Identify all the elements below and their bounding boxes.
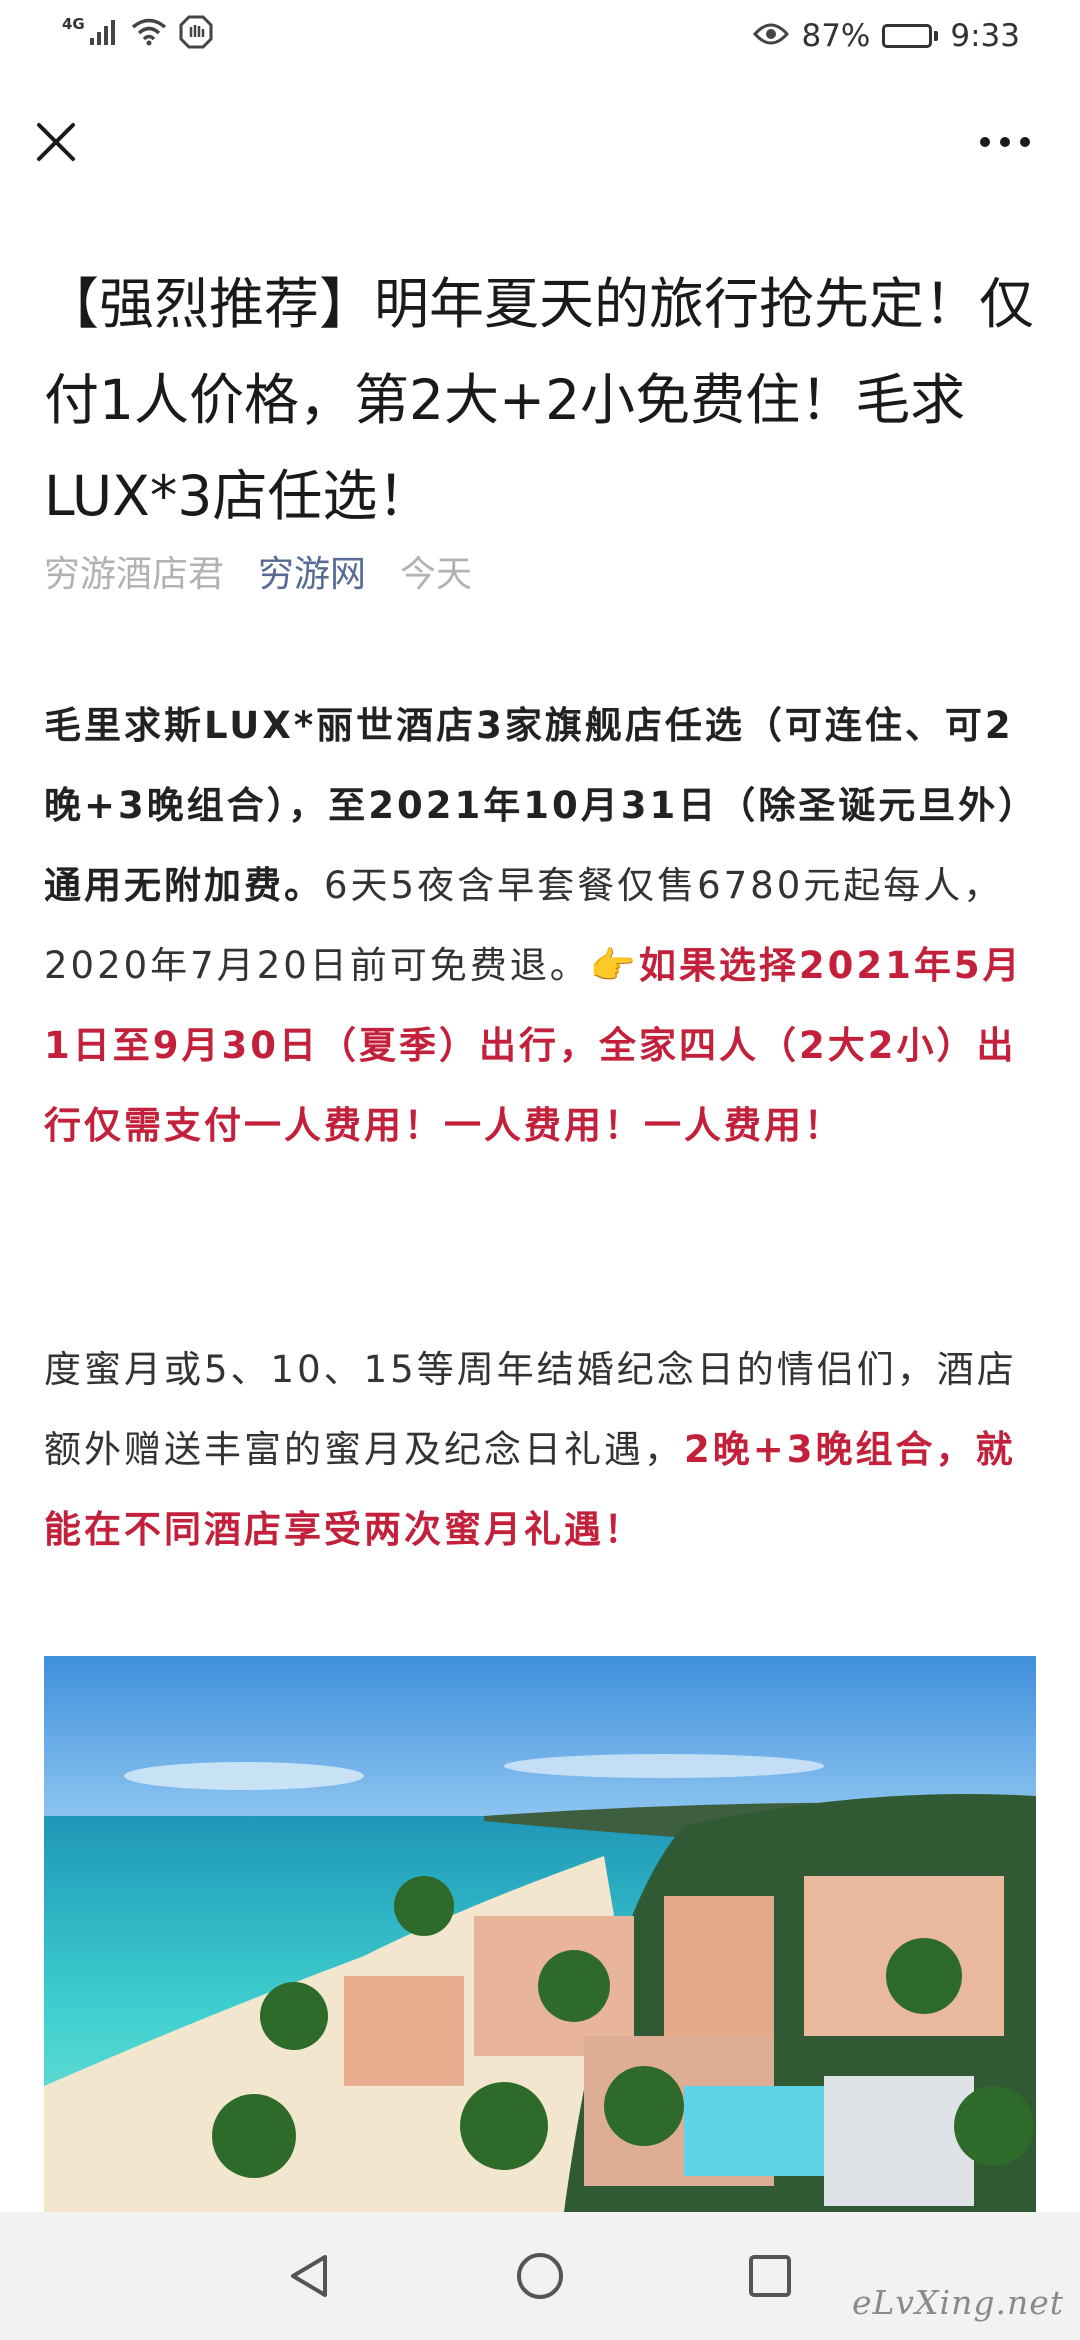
- publish-date: 今天: [400, 554, 473, 595]
- status-right: 87% 9:33: [753, 18, 1020, 54]
- recents-square-icon: [749, 2255, 791, 2297]
- article-title: 【强烈推荐】明年夏天的旅行抢先定！仅付1人价格，第2大+2小免费住！毛求LUX*…: [44, 272, 1035, 528]
- resort-photo[interactable]: [44, 1656, 1036, 2212]
- close-button[interactable]: [30, 116, 82, 168]
- home-circle-icon: [517, 2253, 563, 2299]
- article-author: 穷游酒店君: [44, 554, 225, 595]
- signal-icon: [89, 18, 119, 54]
- wifi-icon: [131, 18, 167, 54]
- paragraph-honeymoon: 度蜜月或5、10、15等周年结婚纪念日的情侣们，酒店额外赠送丰富的蜜月及纪念日礼…: [44, 1330, 1036, 1570]
- close-icon: [37, 123, 75, 161]
- battery-percent: 87%: [801, 18, 871, 54]
- network-label: 4G: [62, 15, 85, 33]
- status-bar: 4G 87% 9:33: [0, 0, 1080, 72]
- home-button[interactable]: [505, 2241, 575, 2311]
- back-triangle-icon: [291, 2255, 327, 2297]
- status-left: 4G: [62, 15, 213, 57]
- battery-icon: [882, 24, 939, 48]
- article-action-bar: [0, 72, 1080, 212]
- more-options-button[interactable]: [970, 116, 1040, 168]
- beach-resort-image: [44, 1656, 1036, 2212]
- more-dots-icon: [980, 137, 990, 147]
- eye-icon: [753, 18, 790, 54]
- hand-icon: [179, 15, 213, 57]
- recents-button[interactable]: [735, 2241, 805, 2311]
- watermark: eLvXing.net: [851, 2283, 1064, 2322]
- account-link[interactable]: 穷游网: [258, 545, 366, 597]
- clock: 9:33: [950, 18, 1020, 54]
- system-navigation-bar: eLvXing.net: [0, 2212, 1080, 2340]
- article-meta: 穷游酒店君 穷游网 今天: [44, 546, 472, 596]
- paragraph-offer: 毛里求斯LUX*丽世酒店3家旗舰店任选（可连住、可2晚+3晚组合），至2021年…: [44, 686, 1036, 1166]
- back-button[interactable]: [275, 2241, 345, 2311]
